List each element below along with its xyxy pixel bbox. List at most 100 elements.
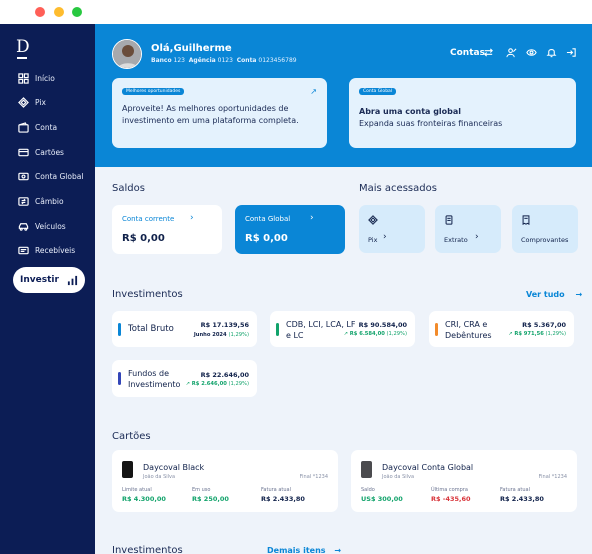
sidebar-item-conta-global[interactable]: Conta Global [18,168,83,184]
card-stat-value: R$ 4.300,00 [122,495,166,503]
car-icon [18,222,29,231]
sidebar-item-label: Cartões [35,147,64,157]
investment-card-cri[interactable]: CRI, CRA e Debêntures R$ 5.367,00 ↗ R$ 9… [429,311,574,347]
shortcut-label: Comprovantes [521,236,569,244]
accounts-button[interactable]: Contas [450,48,485,58]
wallet-icon [18,121,29,133]
switch-arrows-icon[interactable] [483,47,494,58]
receipt-icon [522,215,530,225]
investment-sub: Junho 2024 (1,29%) [193,332,249,338]
card-stat-value: R$ 2.433,80 [261,495,305,503]
pix-icon [368,215,378,225]
card-stat-label: Em uso [192,487,211,493]
globe-icon [18,172,29,180]
investment-card-total[interactable]: Total Bruto R$ 17.139,56 Junho 2024 (1,2… [112,311,257,347]
minimize-window-button[interactable] [54,7,64,17]
card-thumbnail-icon [361,461,372,478]
credit-card-black[interactable]: Daycoval Black João da Silva Final *1234… [112,450,338,512]
logo-underline [17,57,27,59]
bell-icon[interactable] [546,47,557,58]
arrow-up-right-icon: ↗ [310,87,317,96]
investment-value: R$ 22.646,00 [200,371,249,379]
sidebar-item-cartoes[interactable]: Cartões [18,144,64,160]
sidebar-item-inicio[interactable]: Início [18,70,55,86]
promo-text: Aproveite! As melhores oportunidades de … [122,104,299,125]
invest-button[interactable]: Investir [13,267,85,293]
user-edit-icon[interactable] [506,47,517,58]
promo-tag: Conta Global [359,88,397,95]
balance-card-checking[interactable]: Conta corrente › R$ 0,00 [112,205,222,254]
card-stat-value: R$ 250,00 [192,495,229,503]
maximize-window-button[interactable] [72,7,82,17]
eye-icon[interactable] [526,47,537,58]
shortcut-comprovantes[interactable]: Comprovantes [512,205,578,253]
chevron-right-icon: › [190,213,194,223]
shortcut-label: Pix [368,236,378,244]
sidebar-item-label: Início [35,73,55,83]
balances-title: Saldos [112,183,145,194]
statement-icon [445,215,453,225]
card-stat-value: R$ 2.433,80 [500,495,544,503]
promo-card-global-account[interactable]: Conta Global Abra uma conta global Expan… [349,78,576,148]
avatar[interactable] [112,39,142,69]
investment-color-bar [435,323,438,336]
shortcut-extrato[interactable]: Extrato › [435,205,501,253]
shortcut-pix[interactable]: Pix › [359,205,425,253]
shortcut-label: Extrato [444,236,468,244]
balance-label: Conta corrente [122,215,175,223]
card-holder: João da Silva [143,474,176,480]
sidebar-item-label: Pix [35,97,46,107]
card-final: Final *1234 [538,474,567,480]
investment-value: R$ 90.584,00 [358,321,407,329]
user-photo-icon [113,40,141,68]
sidebar-item-label: Câmbio [35,196,64,206]
sidebar-item-conta[interactable]: Conta [18,119,57,135]
sidebar-item-label: Conta [35,122,58,132]
sidebar-item-pix[interactable]: Pix [18,94,46,110]
investment-name: CDB, LCI, LCA, LF e LC [286,320,356,340]
sidebar-item-cambio[interactable]: Câmbio [18,193,64,209]
exchange-icon [18,196,29,206]
greeting: Olá,Guilherme [151,43,232,54]
see-all-link[interactable]: Ver tudo → [526,290,582,299]
sidebar-item-label: Conta Global [35,171,84,181]
bottom-investments-title: Investimentos [112,545,183,554]
investment-card-funds[interactable]: Fundos de Investimento R$ 22.646,00 ↗ R$… [112,360,257,397]
balance-value: R$ 0,00 [245,233,288,244]
card-holder: João da Silva [382,474,415,480]
investment-sub: ↗ R$ 2.646,00 (1,29%) [185,381,249,387]
promo-card-opportunities[interactable]: Melhores oportunidades ↗ Aproveite! As m… [112,78,327,148]
promo-text: Expanda suas fronteiras financeiras [359,119,503,128]
window-titlebar [0,0,592,24]
close-window-button[interactable] [35,7,45,17]
sidebar-item-label: Recebíveis [35,245,76,255]
chevron-right-icon: › [475,232,479,242]
card-stat-label: Fatura atual [500,487,530,493]
arrow-right-icon: → [334,546,342,554]
arrow-right-icon: → [575,290,583,299]
balance-label: Conta Global [245,215,291,223]
investment-card-cdb[interactable]: CDB, LCI, LCA, LF e LC R$ 90.584,00 ↗ R$… [270,311,415,347]
logo: D [16,37,30,57]
investment-sub: ↗ R$ 971,56 (1,29%) [508,331,566,337]
investments-title: Investimentos [112,289,183,300]
investment-name: Total Bruto [128,324,174,334]
balance-card-global[interactable]: Conta Global › R$ 0,00 [235,205,345,254]
chevron-right-icon: › [383,232,387,242]
other-items-link[interactable]: Demais itens → [267,546,341,554]
credit-card-global[interactable]: Daycoval Conta Global João da Silva Fina… [351,450,577,512]
card-stat-value: R$ -435,60 [431,495,471,503]
card-thumbnail-icon [122,461,133,478]
cards-title: Cartões [112,431,151,442]
bar-chart-icon [67,275,78,285]
sidebar-item-label: Veículos [35,221,66,231]
card-name: Daycoval Black [143,463,205,472]
chevron-right-icon: › [310,213,314,223]
sidebar-item-veiculos[interactable]: Veículos [18,218,66,234]
logout-icon[interactable] [566,47,577,58]
sidebar-item-recebiveis[interactable]: Recebíveis [18,242,75,258]
card-stat-label: Saldo [361,487,375,493]
most-accessed-title: Mais acessados [359,183,437,194]
receivables-icon [18,246,29,254]
promo-tag: Melhores oportunidades [122,88,185,95]
